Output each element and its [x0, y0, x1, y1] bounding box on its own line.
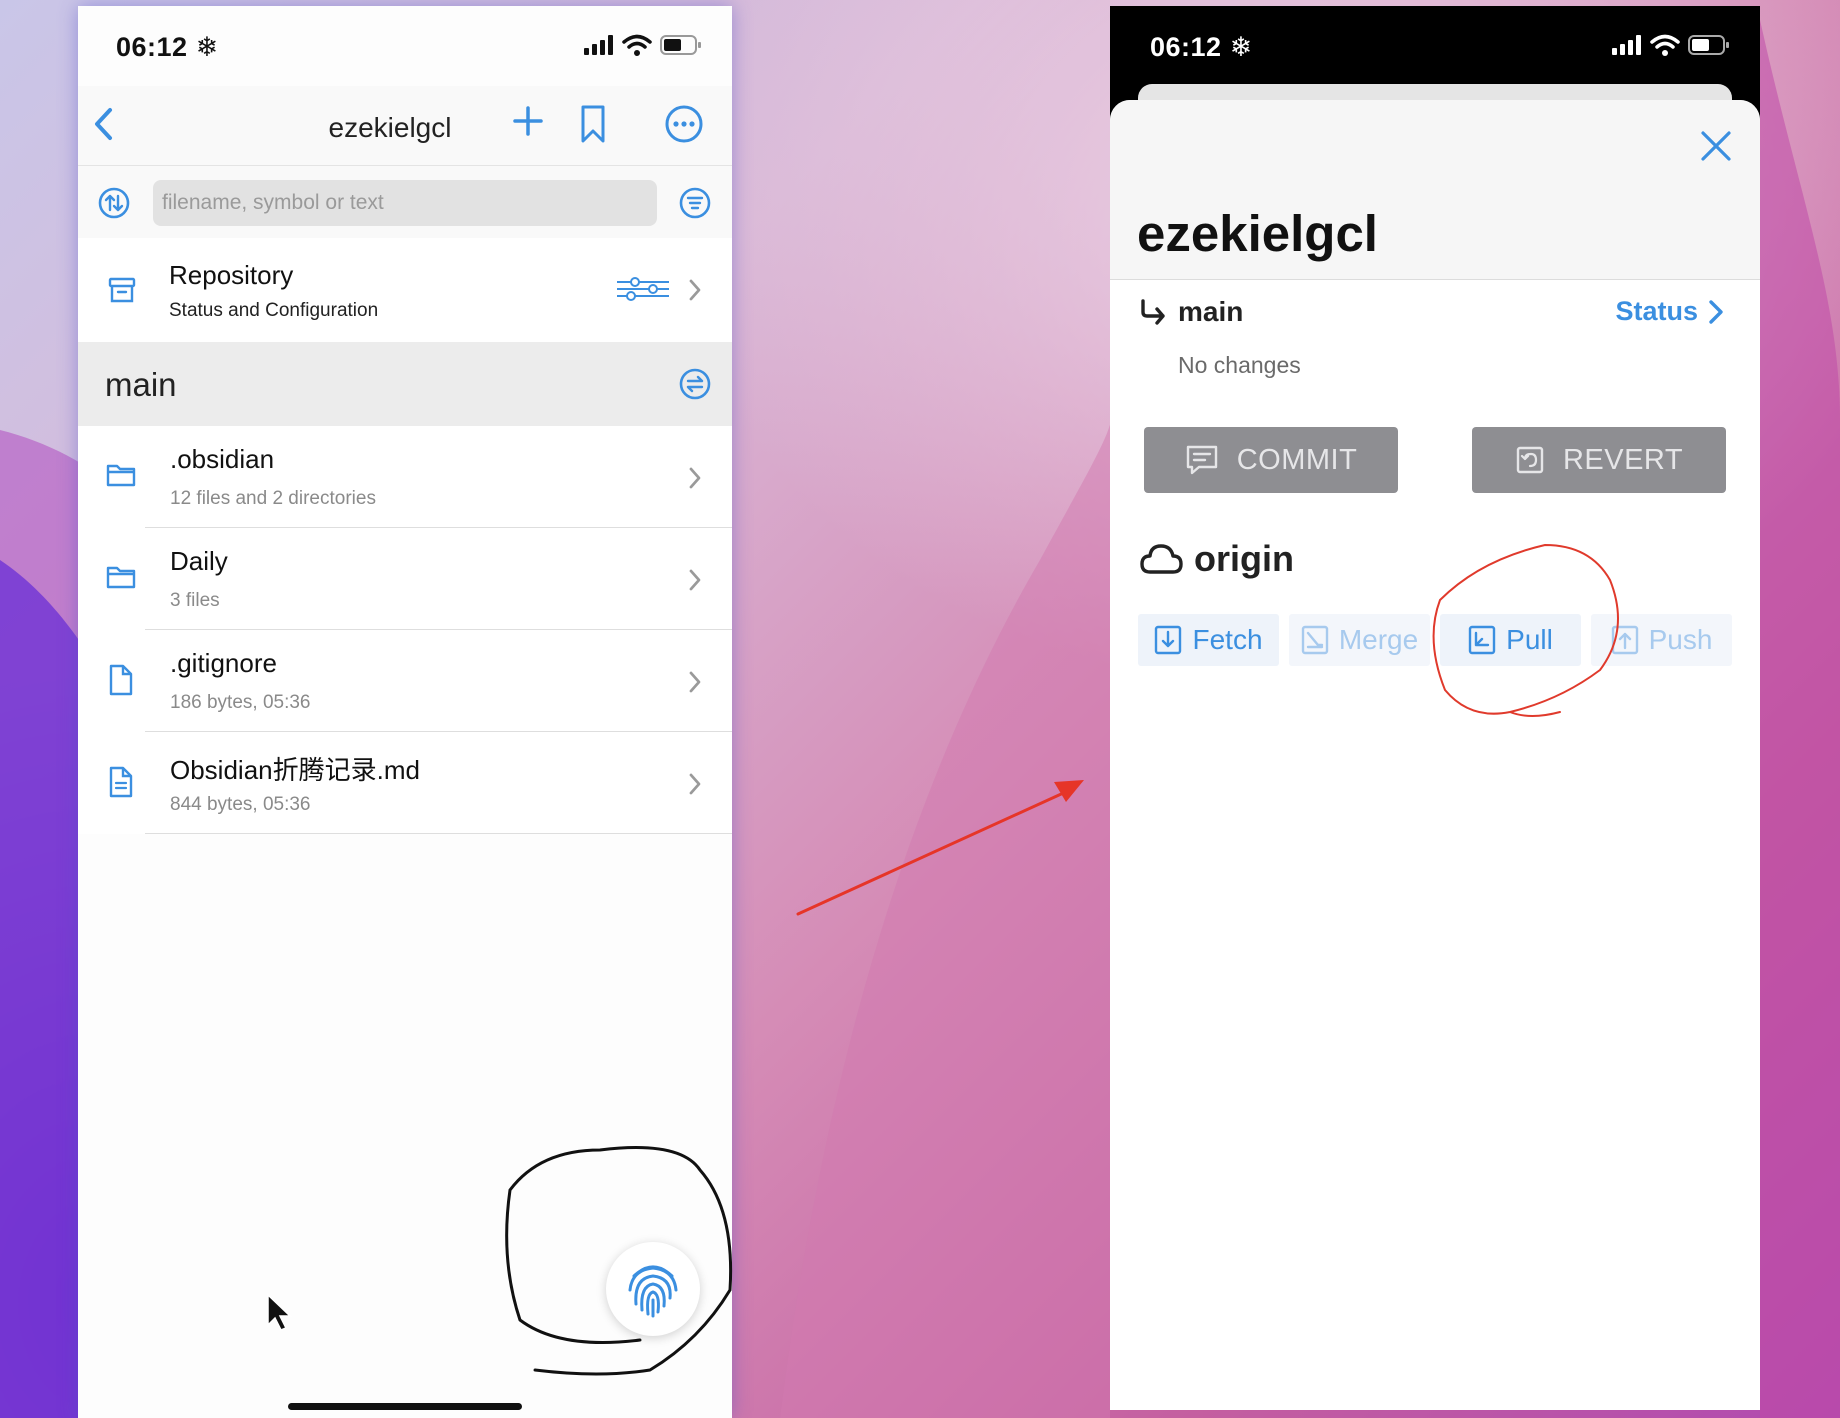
fetch-button[interactable]: Fetch [1138, 614, 1279, 666]
search-input[interactable] [153, 180, 657, 226]
signal-icon [1612, 35, 1641, 55]
merge-icon [1301, 625, 1329, 655]
file-row[interactable]: .gitignore 186 bytes, 05:36 [78, 630, 732, 732]
remote-header: origin [1138, 538, 1294, 580]
status-icons [584, 34, 702, 56]
status-icons-right [1612, 34, 1730, 56]
pull-icon [1468, 625, 1496, 655]
close-button[interactable] [1700, 130, 1732, 162]
fingerprint-button[interactable] [606, 1242, 700, 1336]
battery-icon [1688, 35, 1729, 55]
fetch-icon [1155, 625, 1182, 655]
sort-button[interactable] [98, 187, 130, 219]
file-row[interactable]: Daily 3 files [78, 528, 732, 630]
sheet-title: ezekielgcl [1137, 205, 1378, 262]
status-bar-right: 06:12 ❄ [1110, 6, 1760, 86]
file-name: Obsidian折腾记录.md [170, 755, 420, 785]
more-button[interactable] [664, 104, 704, 144]
signal-icon [584, 35, 613, 55]
status-link[interactable]: Status [1615, 296, 1724, 327]
message-icon [1186, 445, 1217, 475]
sheet-header: ezekielgcl [1110, 100, 1760, 280]
filter-icon [679, 187, 711, 219]
push-label: Push [1648, 624, 1713, 655]
commit-label: COMMIT [1236, 443, 1358, 476]
file-name: .gitignore [170, 648, 277, 678]
archive-box-icon [108, 277, 136, 303]
status-link-label: Status [1615, 296, 1698, 326]
fingerprint-icon [628, 1265, 678, 1318]
home-indicator [288, 1403, 522, 1410]
branch-name: main [105, 366, 177, 403]
switch-branch-icon[interactable] [679, 368, 711, 400]
chevron-right-icon [689, 773, 701, 795]
branch-state: No changes [1178, 352, 1301, 378]
search-row [78, 166, 732, 238]
navigation-bar: ezekielgcl [78, 86, 732, 166]
branch-arrow-icon [1141, 299, 1165, 325]
file-name: .obsidian [170, 444, 275, 474]
status-bar: 06:12 ❄ [78, 6, 732, 86]
wifi-icon [622, 34, 652, 56]
remote-name: origin [1194, 538, 1294, 579]
close-icon [1701, 131, 1731, 161]
plus-icon [513, 106, 543, 136]
file-row[interactable]: .obsidian 12 files and 2 directories [78, 426, 732, 528]
git-graph-icon [617, 277, 669, 301]
chevron-right-icon [689, 279, 701, 301]
revert-icon [1516, 446, 1544, 474]
merge-button[interactable]: Merge [1289, 614, 1430, 666]
branch-name-right: main [1178, 296, 1244, 327]
filter-button[interactable] [679, 187, 711, 219]
file-meta: 186 bytes, 05:36 [170, 692, 311, 713]
repository-title: Repository [169, 260, 294, 290]
fetch-label: Fetch [1192, 624, 1263, 655]
push-button[interactable]: Push [1591, 614, 1732, 666]
bookmark-icon [581, 105, 605, 143]
row-divider [145, 833, 732, 834]
chevron-right-icon [689, 671, 701, 693]
chevron-right-icon [689, 467, 701, 489]
repository-sheet: ezekielgcl main Status No changes COMMIT… [1110, 100, 1760, 1410]
bookmark-button[interactable] [580, 104, 606, 144]
revert-button[interactable]: REVERT [1472, 427, 1726, 493]
status-time: 06:12 ❄ [116, 32, 219, 62]
add-button[interactable] [513, 106, 543, 136]
branch-header[interactable]: main [78, 342, 732, 426]
folder-icon [106, 566, 136, 589]
branch-line: main [1138, 296, 1243, 328]
right-phone-screen: 06:12 ❄ ezekielgcl main Status No change… [1110, 6, 1760, 1410]
merge-label: Merge [1338, 624, 1419, 655]
battery-icon [660, 35, 701, 55]
repository-row[interactable]: Repository Status and Configuration [78, 238, 732, 342]
file-meta: 844 bytes, 05:36 [170, 794, 311, 815]
file-icon [109, 664, 133, 696]
chevron-right-icon [689, 569, 701, 591]
pull-label: Pull [1506, 624, 1553, 655]
sort-arrows-icon [98, 187, 130, 219]
file-row[interactable]: Obsidian折腾记录.md 844 bytes, 05:36 [78, 732, 732, 834]
pull-button[interactable]: Pull [1440, 614, 1581, 666]
file-meta: 3 files [170, 590, 220, 611]
chevron-right-icon [1709, 299, 1723, 324]
status-time-right: 06:12 ❄ [1150, 32, 1253, 62]
left-phone-screen: 06:12 ❄ ezekielgcl Repositor [78, 6, 732, 1418]
folder-icon [106, 464, 136, 487]
file-name: Daily [170, 546, 228, 576]
cloud-icon [1140, 544, 1183, 574]
repository-subtitle: Status and Configuration [169, 300, 379, 321]
file-meta: 12 files and 2 directories [170, 488, 376, 509]
push-icon [1611, 625, 1638, 655]
commit-button[interactable]: COMMIT [1144, 427, 1398, 493]
revert-label: REVERT [1562, 443, 1684, 476]
nav-title: ezekielgcl [328, 112, 452, 143]
wifi-icon [1650, 34, 1680, 56]
document-icon [109, 766, 133, 798]
more-icon [665, 105, 703, 143]
